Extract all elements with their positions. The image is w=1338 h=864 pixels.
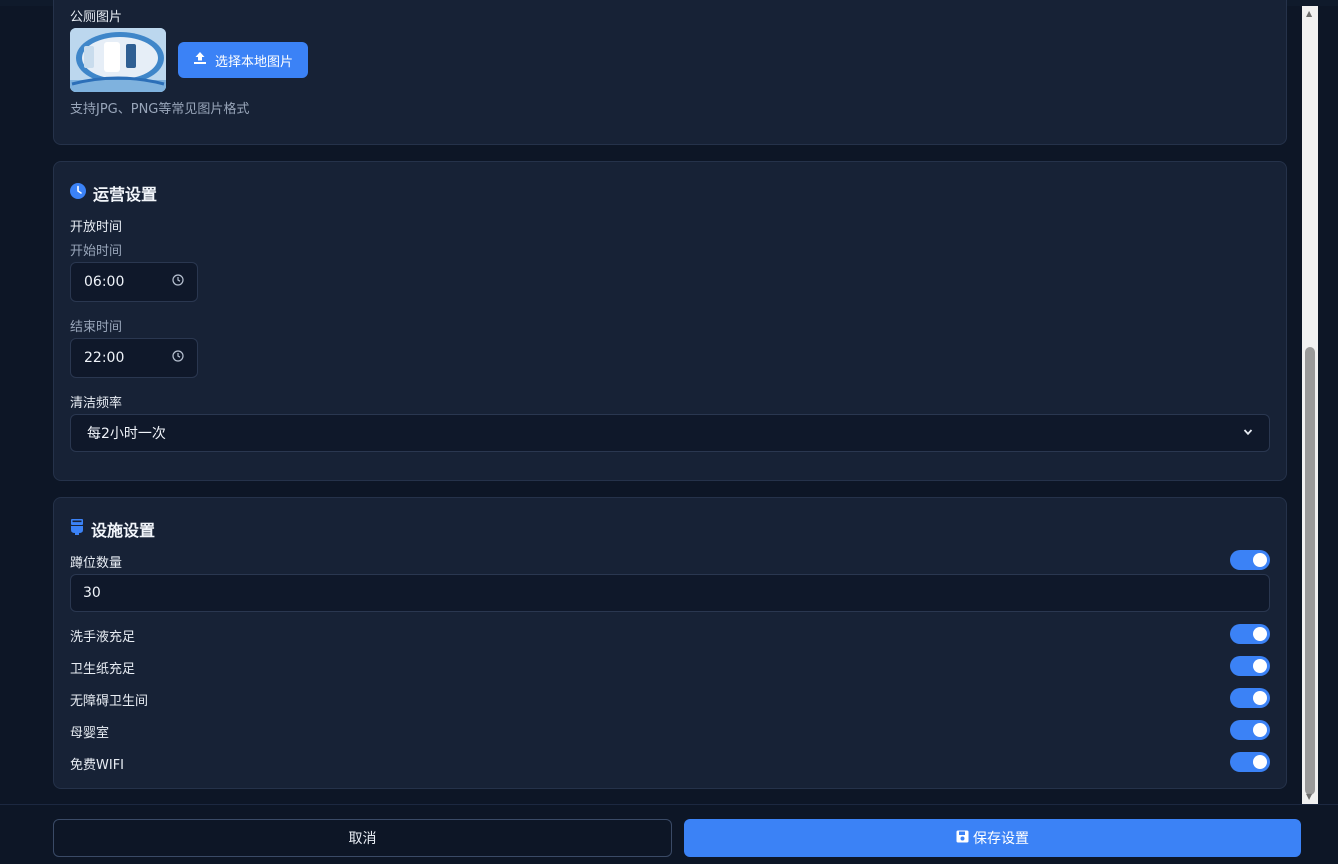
toilet-image-thumbnail[interactable] <box>70 28 166 92</box>
toggle-knob <box>1253 627 1267 641</box>
accessible-toilet-toggle[interactable] <box>1230 688 1270 708</box>
facility-settings-card: 设施设置 蹲位数量 30 洗手液充足 卫生纸充足 无障碍卫生间 母婴室 免费WI… <box>53 497 1287 789</box>
facility-label-toilet-paper: 卫生纸充足 <box>70 662 136 677</box>
cleaning-frequency-select[interactable]: 每2小时一次 <box>70 414 1270 452</box>
stall-count-value: 30 <box>83 585 101 601</box>
toggle-knob <box>1253 553 1267 567</box>
facility-label-hand-soap: 洗手液充足 <box>70 630 136 645</box>
toilet-paper-toggle[interactable] <box>1230 656 1270 676</box>
facility-label-accessible: 无障碍卫生间 <box>70 694 149 709</box>
hand-soap-toggle[interactable] <box>1230 624 1270 644</box>
start-time-value: 06:00 <box>84 274 125 290</box>
cleaning-frequency-label: 清洁频率 <box>70 396 123 411</box>
choose-local-image-label: 选择本地图片 <box>214 54 293 70</box>
cancel-button[interactable]: 取消 <box>53 819 672 857</box>
start-time-label: 开始时间 <box>70 244 123 259</box>
operation-section-title: 运营设置 <box>70 181 157 205</box>
free-wifi-toggle[interactable] <box>1230 752 1270 772</box>
toggle-knob <box>1253 755 1267 769</box>
footer-bar: 取消 保存设置 <box>0 804 1338 864</box>
open-hours-label: 开放时间 <box>70 220 123 235</box>
toggle-knob <box>1253 659 1267 673</box>
cancel-button-label: 取消 <box>348 831 377 847</box>
facility-section-title: 设施设置 <box>70 517 155 541</box>
toilet-icon <box>70 519 84 539</box>
stall-count-input[interactable]: 30 <box>70 574 1270 612</box>
stall-count-label: 蹲位数量 <box>70 556 123 571</box>
scroll-up-arrow-icon[interactable]: ▲ <box>1306 9 1312 18</box>
image-format-hint: 支持JPG、PNG等常见图片格式 <box>70 102 250 117</box>
save-settings-button[interactable]: 保存设置 <box>684 819 1301 857</box>
end-time-input[interactable]: 22:00 <box>70 338 198 378</box>
scroll-down-arrow-icon[interactable]: ▼ <box>1306 792 1312 801</box>
toggle-knob <box>1253 723 1267 737</box>
save-icon <box>956 830 969 847</box>
cleaning-frequency-value: 每2小时一次 <box>87 426 166 442</box>
chevron-down-icon <box>1243 425 1253 441</box>
operation-title-text: 运营设置 <box>93 185 158 204</box>
end-time-label: 结束时间 <box>70 320 123 335</box>
baby-room-toggle[interactable] <box>1230 720 1270 740</box>
image-label: 公厕图片 <box>70 10 123 25</box>
settings-scroll-area[interactable]: 公厕图片 选择本地图片 支持JPG、PNG等常见图片格式 运营设置 开放时间 开… <box>0 0 1302 804</box>
operation-settings-card: 运营设置 开放时间 开始时间 06:00 结束时间 22:00 清洁频率 每2小… <box>53 161 1287 481</box>
facility-title-text: 设施设置 <box>91 521 156 540</box>
vertical-scrollbar[interactable]: ▲ ▼ <box>1302 6 1318 804</box>
save-button-label: 保存设置 <box>973 831 1029 847</box>
choose-local-image-button[interactable]: 选择本地图片 <box>178 42 308 78</box>
upload-icon <box>193 51 207 69</box>
end-time-value: 22:00 <box>84 350 125 366</box>
facility-label-baby-room: 母婴室 <box>70 726 110 741</box>
scrollbar-thumb[interactable] <box>1305 347 1315 795</box>
image-card: 公厕图片 选择本地图片 支持JPG、PNG等常见图片格式 <box>53 0 1287 145</box>
stall-count-toggle[interactable] <box>1230 550 1270 570</box>
clock-outline-icon <box>172 274 184 290</box>
clock-icon <box>70 183 86 203</box>
facility-label-wifi: 免费WIFI <box>70 758 124 773</box>
start-time-input[interactable]: 06:00 <box>70 262 198 302</box>
clock-outline-icon <box>172 350 184 366</box>
toggle-knob <box>1253 691 1267 705</box>
